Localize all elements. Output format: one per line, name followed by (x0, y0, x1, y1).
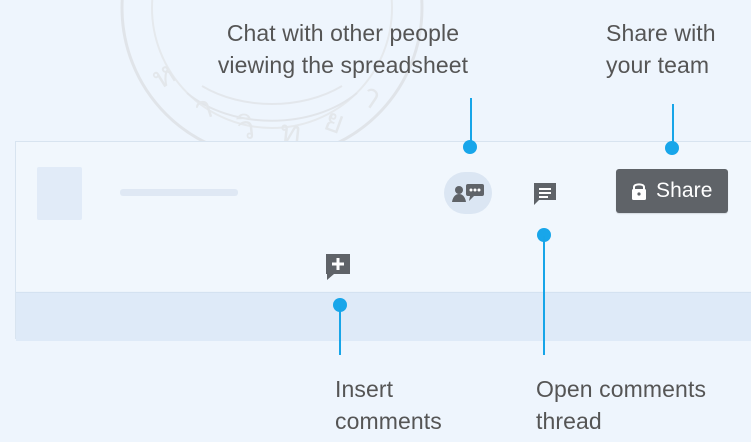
chat-callout-dot (463, 140, 477, 154)
insert-comment-icon (326, 254, 350, 280)
selected-spreadsheet-row (16, 292, 751, 341)
comments-button[interactable] (524, 173, 566, 213)
spreadsheet-comments-help-illustration: ห า วิ ท ย า Chat with other people view… (0, 0, 751, 442)
share-callout-dot (665, 141, 679, 155)
chat-caption: Chat with other people viewing the sprea… (217, 20, 469, 78)
share-button-label: Share (656, 179, 713, 202)
svg-text:า: า (189, 87, 218, 129)
insert-comments-caption: Insert comments (335, 376, 442, 434)
share-button[interactable]: Share (616, 169, 728, 213)
chat-button[interactable] (444, 172, 492, 214)
insert-callout-line (339, 306, 341, 355)
svg-text:ห: ห (144, 53, 182, 96)
document-title-placeholder (120, 189, 238, 196)
share-caption: Share with your team (606, 20, 716, 78)
svg-text:ย: ย (319, 100, 350, 142)
spreadsheet-row (16, 238, 751, 291)
lock-icon (632, 183, 646, 200)
chat-callout-line (470, 98, 472, 146)
open-comments-callout-line (543, 236, 545, 355)
spreadsheet-icon-placeholder (37, 167, 82, 220)
chat-people-icon (452, 184, 484, 202)
svg-text:า: า (354, 75, 390, 117)
open-comments-thread-caption: Open comments thread (536, 376, 707, 434)
insert-comment-button[interactable] (320, 248, 356, 284)
comments-icon (534, 183, 556, 205)
